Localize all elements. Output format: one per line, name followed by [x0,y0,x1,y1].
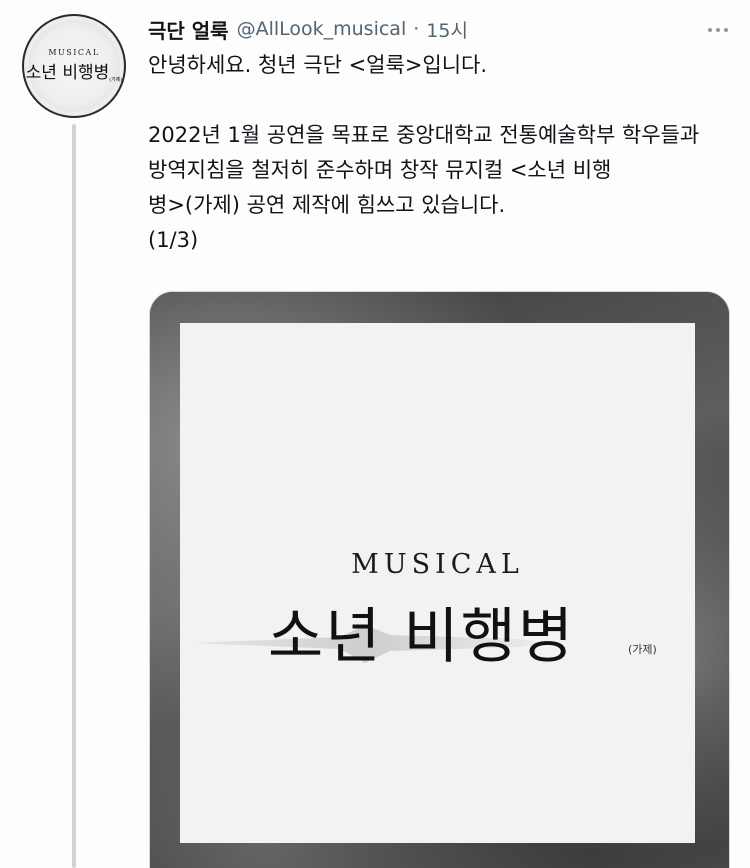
avatar-column: MUSICAL 소년 비행병(가제) [22,14,126,118]
avatar-musical-label: MUSICAL [48,48,100,57]
display-name[interactable]: 극단 얼룩 [148,15,229,44]
avatar-title-text: 소년 비행병 [25,63,110,83]
separator-dot: · [413,18,420,40]
avatar[interactable]: MUSICAL 소년 비행병(가제) [22,14,126,118]
tweet-line: 2022년 1월 공연을 목표로 중앙대학교 전통예술학부 학우들과 [148,123,700,147]
more-options-button[interactable] [700,12,736,48]
more-horizontal-icon [708,28,712,32]
tweet-line: (1/3) [148,228,199,252]
user-handle[interactable]: @AllLook_musical [237,18,407,40]
tweet-header: 극단 얼룩 @AllLook_musical · 15시 [148,10,728,48]
poster-subtitle: (가제) [628,643,657,656]
tweet-content: 극단 얼룩 @AllLook_musical · 15시 안녕하세요. 청년 극… [148,10,728,258]
tweet-line: 안녕하세요. 청년 극단 <얼룩>입니다. [148,53,488,77]
more-horizontal-icon [716,28,720,32]
poster-title: 소년 비행병 [268,602,576,672]
tweet-line: 병>(가제) 공연 제작에 힘쓰고 있습니다. [148,193,506,217]
thread-line [72,124,76,868]
poster-musical-label: MUSICAL [351,549,524,580]
more-horizontal-icon [724,28,728,32]
avatar-title: 소년 비행병(가제) [22,58,126,83]
tweet-card[interactable]: MUSICAL 소년 비행병(가제) 극단 얼룩 @AllLook_musica… [0,0,750,868]
avatar-sub: (가제) [109,77,123,83]
tweet-media-image[interactable]: MUSICAL 소년 비행병 (가제) [149,291,730,868]
poster-card: MUSICAL 소년 비행병 (가제) [180,323,695,843]
tweet-line: 방역지침을 철저히 준수하며 창작 뮤지컬 <소년 비행 [148,158,612,182]
tweet-text: 안녕하세요. 청년 극단 <얼룩>입니다. 2022년 1월 공연을 목표로 중… [148,48,728,258]
tweet-timestamp[interactable]: 15시 [426,16,468,43]
